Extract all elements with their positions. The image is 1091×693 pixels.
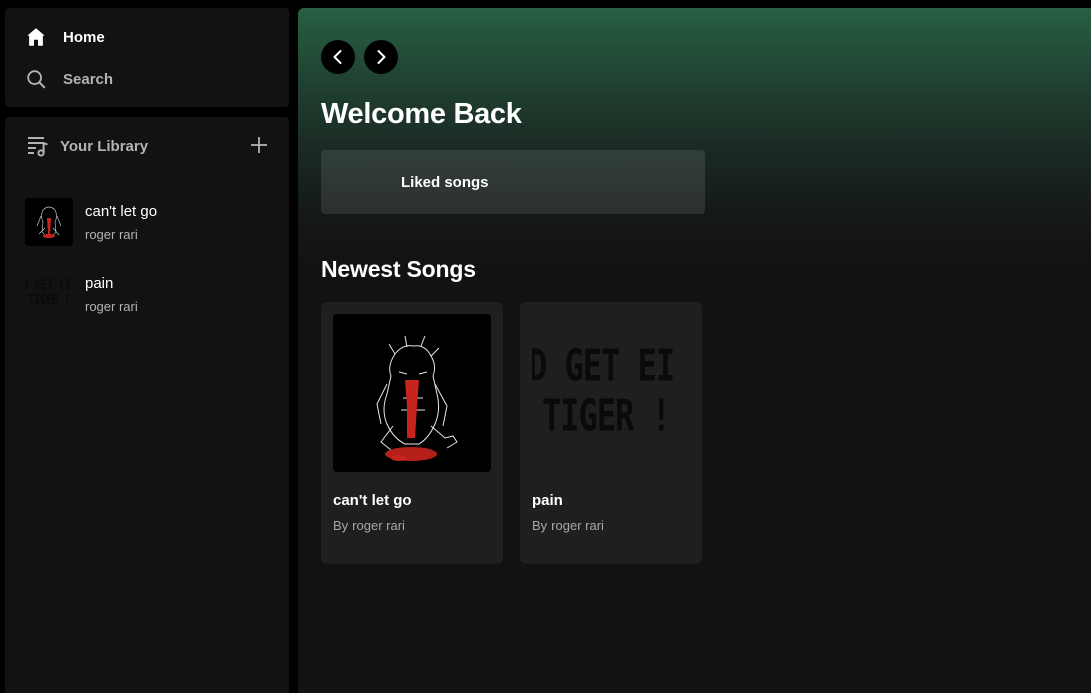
- song-card-artist: By roger rari: [532, 518, 604, 533]
- song-card-artist: By roger rari: [333, 518, 405, 533]
- library-panel: Your Library can't let go roger rari D G…: [5, 117, 289, 693]
- home-icon: [27, 28, 45, 46]
- song-card-artist-name: roger rari: [551, 518, 604, 533]
- song-card[interactable]: can't let go By roger rari: [321, 302, 503, 564]
- liked-songs-card[interactable]: Liked songs: [321, 150, 705, 214]
- tiger-art-line1: D GET EI: [25, 278, 72, 293]
- library-title: Your Library: [60, 137, 149, 155]
- library-icon: [28, 137, 48, 157]
- library-item-artist: roger rari: [85, 299, 138, 314]
- nav-home-label: Home: [63, 28, 105, 46]
- library-item[interactable]: D GET EI TIGER ! pain roger rari: [25, 270, 275, 322]
- nav-panel: Home Search: [5, 8, 289, 107]
- song-card[interactable]: D GET EI TIGER ! pain By roger rari: [520, 302, 702, 564]
- nav-search[interactable]: Search: [25, 68, 113, 90]
- main-panel: Welcome Back Liked songs Newest Songs ca…: [298, 8, 1091, 693]
- chevron-left-icon: [333, 50, 342, 64]
- library-item-title: can't let go: [85, 203, 158, 220]
- song-card-title: can't let go: [333, 492, 412, 509]
- tiger-art-line2: TIGER !: [542, 390, 671, 442]
- by-prefix: By: [532, 518, 548, 533]
- song-card-artist-name: roger rari: [352, 518, 405, 533]
- by-prefix: By: [333, 518, 349, 533]
- search-icon: [27, 70, 46, 89]
- liked-songs-label: Liked songs: [401, 174, 489, 191]
- library-item-art-cant-let-go: [25, 198, 73, 246]
- nav-home[interactable]: Home: [25, 26, 105, 48]
- your-library-button[interactable]: Your Library: [26, 134, 148, 158]
- tiger-art-line2: TIGER !: [28, 293, 71, 308]
- forward-button[interactable]: [364, 40, 398, 74]
- page-title: Welcome Back: [321, 98, 522, 130]
- library-item[interactable]: can't let go roger rari: [25, 198, 275, 250]
- song-card-title: pain: [532, 492, 563, 509]
- nav-search-label: Search: [63, 70, 114, 88]
- song-art-pain: D GET EI TIGER !: [532, 314, 690, 472]
- add-playlist-icon[interactable]: [248, 134, 270, 156]
- chevron-right-icon: [377, 50, 386, 64]
- library-item-art-pain: D GET EI TIGER !: [25, 270, 73, 318]
- back-button[interactable]: [321, 40, 355, 74]
- section-title-newest-songs: Newest Songs: [321, 256, 476, 282]
- library-item-artist: roger rari: [85, 227, 138, 242]
- library-item-title: pain: [85, 275, 114, 292]
- song-art-cant-let-go: [333, 314, 491, 472]
- tiger-art-line1: D GET EI: [532, 340, 675, 392]
